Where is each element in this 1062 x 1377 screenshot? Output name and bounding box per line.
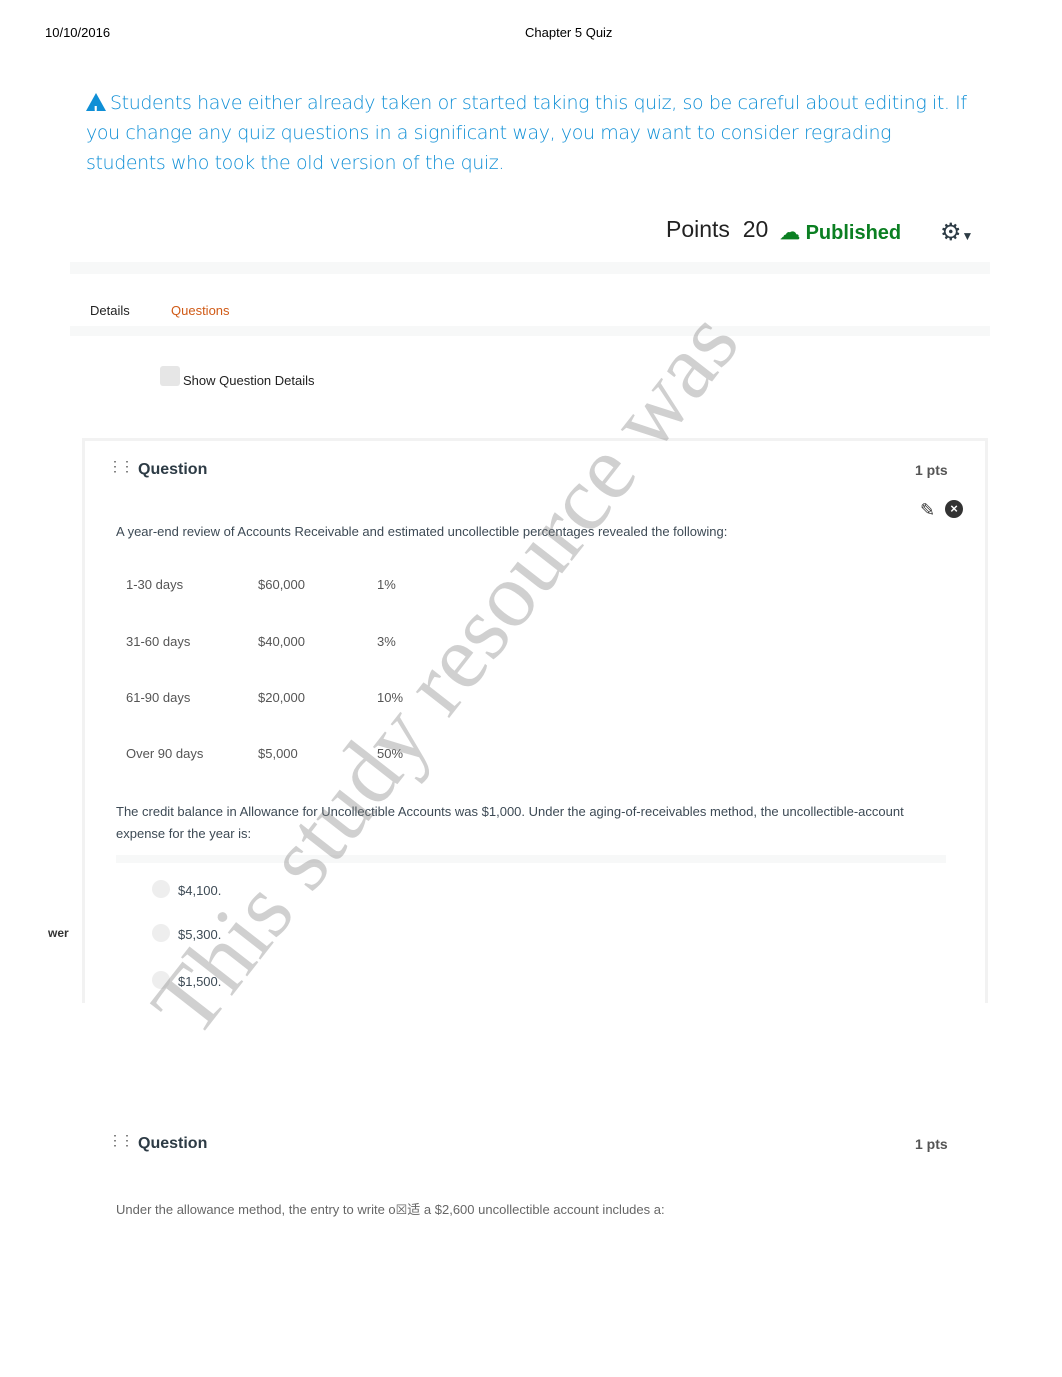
drag-handle-icon[interactable]: ⋮⋮: [108, 458, 134, 475]
points-label: Points: [666, 216, 730, 242]
warning-message: Students have either already taken or st…: [86, 88, 976, 178]
table-cell: 31-60 days: [126, 634, 191, 649]
drag-handle-icon[interactable]: ⋮⋮: [108, 1132, 134, 1149]
table-cell: $5,000: [258, 746, 298, 761]
answer-radio[interactable]: [152, 924, 170, 942]
settings-menu-button[interactable]: ⚙▼: [940, 218, 973, 247]
question-title: Question: [138, 461, 208, 478]
cloud-check-icon: ☁: [780, 222, 800, 244]
question-points: 1 pts: [915, 1136, 948, 1152]
warning-triangle-icon: [86, 93, 106, 126]
warning-text: Students have either already taken or st…: [86, 92, 967, 174]
show-details-label: Show Question Details: [183, 373, 315, 388]
pencil-icon[interactable]: ✎: [920, 500, 935, 521]
points-value: 20: [742, 216, 769, 242]
gear-icon: ⚙: [940, 219, 962, 246]
delete-icon[interactable]: ×: [945, 500, 963, 518]
tab-details[interactable]: Details: [90, 303, 130, 318]
table-cell: $60,000: [258, 577, 305, 592]
table-cell: 1-30 days: [126, 577, 184, 592]
show-details-checkbox[interactable]: [160, 366, 180, 386]
table-cell: 61-90 days: [126, 690, 191, 705]
question-prompt: A year-end review of Accounts Receivable…: [116, 524, 728, 539]
question-points: 1 pts: [915, 462, 948, 478]
points: Points 20: [666, 216, 768, 243]
published-status[interactable]: ☁ Published: [780, 220, 901, 245]
published-label: Published: [805, 222, 902, 244]
print-date: 10/10/2016: [45, 25, 111, 40]
answer-radio[interactable]: [152, 880, 170, 898]
page-title: Chapter 5 Quiz: [525, 25, 613, 40]
table-cell: 3%: [377, 634, 396, 649]
table-cell: 1%: [377, 577, 396, 592]
answer-side-label: wer: [48, 926, 69, 940]
question-title: Question: [138, 1135, 208, 1152]
question-followup: The credit balance in Allowance for Unco…: [116, 804, 904, 841]
caret-down-icon: ▼: [961, 229, 974, 243]
table-cell: $40,000: [258, 634, 305, 649]
table-cell: Over 90 days: [126, 746, 204, 761]
question-prompt: Under the allowance method, the entry to…: [116, 1202, 665, 1217]
table-cell: $20,000: [258, 690, 305, 705]
tab-questions[interactable]: Questions: [171, 303, 230, 318]
